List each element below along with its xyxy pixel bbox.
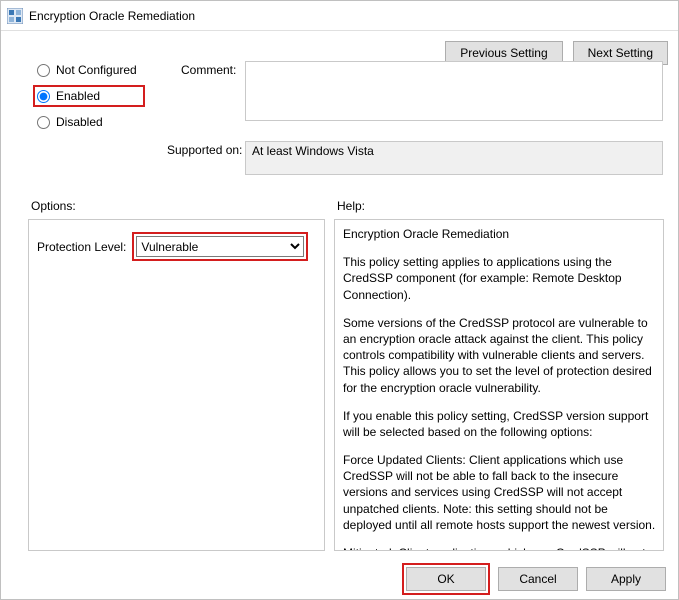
window-title: Encryption Oracle Remediation: [29, 9, 195, 23]
comment-textarea[interactable]: [245, 61, 663, 121]
supported-on-value: At least Windows Vista: [245, 141, 663, 175]
help-label: Help:: [337, 199, 365, 213]
titlebar: Encryption Oracle Remediation: [1, 1, 678, 31]
state-radio-group: Not Configured Enabled Disabled: [37, 63, 137, 129]
comment-label: Comment:: [181, 63, 236, 77]
supported-on-label: Supported on:: [167, 143, 242, 157]
help-pane[interactable]: Encryption Oracle Remediation This polic…: [334, 219, 664, 551]
protection-level-label: Protection Level:: [37, 240, 126, 254]
radio-not-configured-label: Not Configured: [56, 63, 137, 77]
highlight-enabled: Enabled: [33, 85, 145, 107]
radio-not-configured-input[interactable]: [37, 64, 50, 77]
protection-level-select[interactable]: Vulnerable: [136, 236, 304, 257]
ok-button[interactable]: OK: [406, 567, 486, 591]
dialog-window: Encryption Oracle Remediation Previous S…: [0, 0, 679, 600]
options-pane: Protection Level: Vulnerable: [28, 219, 325, 551]
apply-button[interactable]: Apply: [586, 567, 666, 591]
radio-disabled[interactable]: Disabled: [37, 115, 137, 129]
radio-enabled-input[interactable]: [37, 90, 50, 103]
radio-enabled-label: Enabled: [56, 89, 100, 103]
help-paragraph: If you enable this policy setting, CredS…: [343, 408, 659, 440]
app-icon: [7, 8, 23, 24]
bottom-button-bar: OK Cancel Apply: [1, 559, 678, 599]
highlight-ok: OK: [402, 563, 490, 595]
protection-level-row: Protection Level: Vulnerable: [37, 232, 316, 261]
radio-disabled-input[interactable]: [37, 116, 50, 129]
radio-enabled[interactable]: Enabled: [37, 89, 137, 103]
cancel-button[interactable]: Cancel: [498, 567, 578, 591]
help-paragraph: This policy setting applies to applicati…: [343, 254, 659, 303]
help-paragraph: Encryption Oracle Remediation: [343, 226, 659, 242]
radio-disabled-label: Disabled: [56, 115, 103, 129]
help-paragraph: Some versions of the CredSSP protocol ar…: [343, 315, 659, 396]
highlight-protection-select: Vulnerable: [132, 232, 308, 261]
options-label: Options:: [31, 199, 76, 213]
radio-not-configured[interactable]: Not Configured: [37, 63, 137, 77]
help-paragraph: Force Updated Clients: Client applicatio…: [343, 452, 659, 533]
supported-on-text: At least Windows Vista: [252, 144, 374, 158]
help-paragraph: Mitigated: Client applications which use…: [343, 545, 659, 551]
